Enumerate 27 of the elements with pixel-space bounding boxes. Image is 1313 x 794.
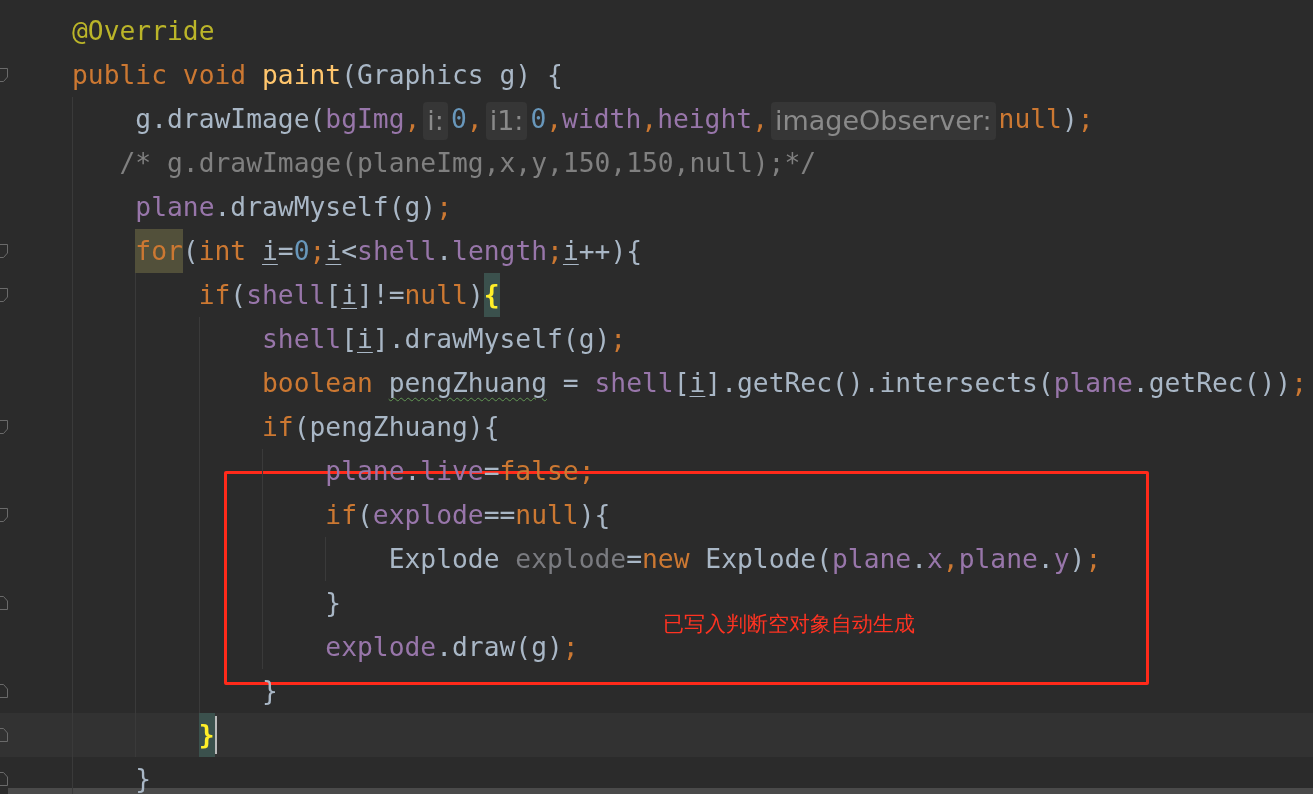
- text-cursor-icon: [214, 716, 217, 754]
- code-line: public void paint(Graphics g) {: [72, 59, 563, 92]
- code-line: plane.drawMyself(g);: [135, 191, 452, 224]
- code-line: explode.draw(g);: [325, 631, 579, 664]
- fold-marker-icon[interactable]: [0, 595, 9, 611]
- code-line: if(pengZhuang){: [262, 411, 500, 444]
- annotation-note: 已写入判断空对象自动生成: [663, 611, 915, 638]
- code-line: shell[i].drawMyself(g);: [262, 323, 627, 356]
- code-line: if(shell[i]!=null){: [198, 273, 500, 317]
- code-line: Explode explode=new Explode(plane.x,plane.y);: [388, 543, 1102, 576]
- fold-marker-icon[interactable]: [0, 287, 9, 303]
- code-line: @Override: [72, 15, 215, 48]
- code-line: }: [325, 587, 342, 620]
- fold-marker-icon[interactable]: [0, 727, 9, 743]
- code-line: }: [135, 763, 152, 794]
- code-line: g.drawImage(bgImg, i: 0, i1: 0,width,height, imageObserver: null);: [135, 97, 1094, 141]
- code-line: boolean pengZhuang = shell[i].getRec().intersects(plane.getRec());: [262, 367, 1307, 400]
- fold-marker-icon[interactable]: [0, 507, 9, 523]
- fold-marker-icon[interactable]: [0, 419, 9, 435]
- code-line: if(explode==null){: [325, 499, 611, 532]
- code-line: }: [262, 675, 278, 708]
- code-line: for(int i=0;i<shell.length;i++){: [135, 229, 643, 273]
- fold-marker-icon[interactable]: [0, 67, 9, 83]
- fold-marker-icon[interactable]: [0, 243, 9, 259]
- code-comment: /* g.drawImage(planeImg,x,y,150,150,null);*/: [119, 147, 817, 180]
- fold-marker-icon[interactable]: [0, 771, 9, 787]
- fold-marker-icon[interactable]: [0, 683, 9, 699]
